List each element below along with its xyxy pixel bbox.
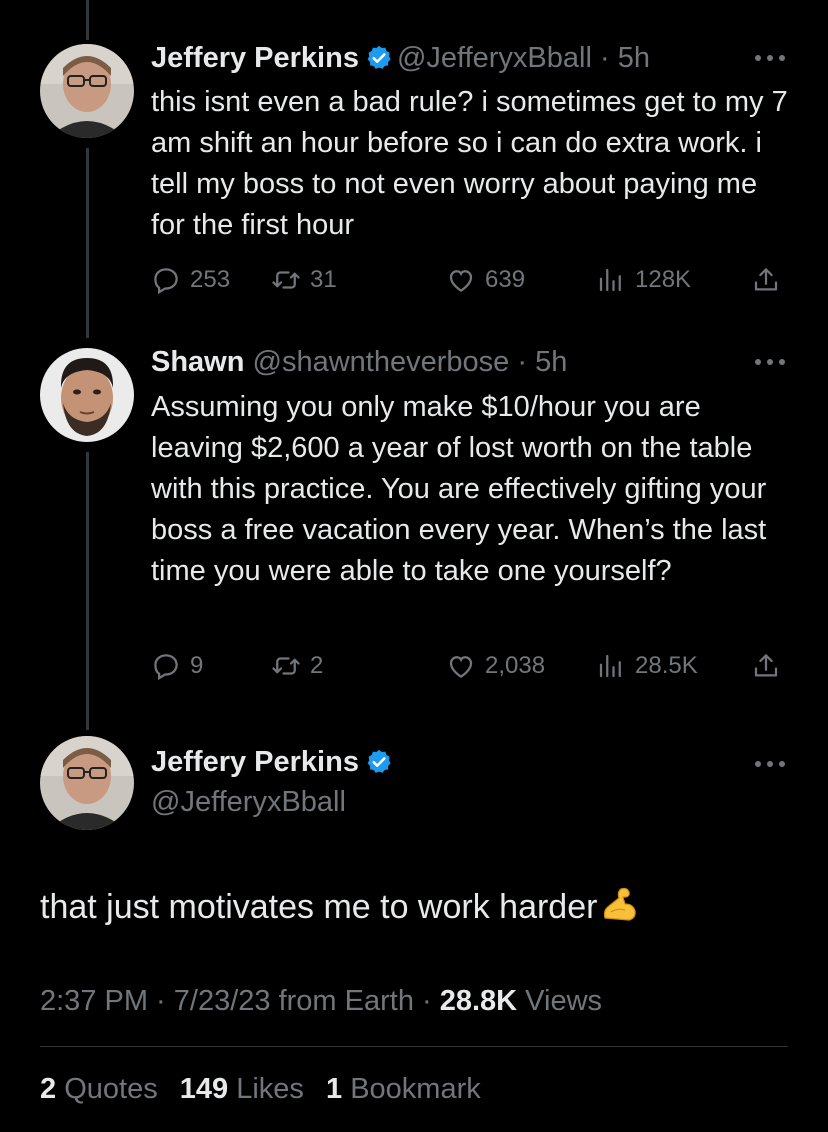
more-icon[interactable] — [752, 356, 788, 368]
bookmarks-stat[interactable]: 1 Bookmark — [326, 1073, 481, 1105]
views-count: 128K — [635, 266, 692, 293]
handle[interactable]: @JefferyxBball — [151, 786, 346, 818]
retweet-icon — [272, 271, 300, 289]
display-name[interactable]: Jeffery Perkins — [151, 42, 359, 74]
timestamp[interactable]: 2:37 PM · 7/23/23 from Earth · — [40, 985, 440, 1017]
reply-button[interactable]: 9 — [151, 648, 203, 684]
tweet-text: Assuming you only make $10/hour you are … — [151, 391, 767, 587]
likes-label: Likes — [236, 1073, 304, 1105]
avatar[interactable] — [40, 736, 134, 830]
quotes-label: Quotes — [64, 1073, 158, 1105]
likes-stat[interactable]: 149 Likes — [180, 1073, 304, 1105]
tweet-text: this isnt even a bad rule? i sometimes g… — [151, 86, 788, 241]
timestamp[interactable]: 5h — [618, 42, 650, 74]
views-count: 28.8K — [439, 985, 518, 1017]
views-count: 28.5K — [635, 652, 698, 679]
handle[interactable]: @JefferyxBball — [397, 42, 592, 74]
divider — [40, 1046, 788, 1047]
views-icon — [599, 268, 621, 292]
retweet-button[interactable]: 31 — [271, 262, 337, 298]
bookmarks-label: Bookmark — [350, 1073, 481, 1105]
retweet-count: 2 — [310, 652, 324, 679]
reply-icon — [154, 268, 178, 295]
avatar[interactable] — [40, 44, 134, 138]
views-button[interactable]: 28.5K — [596, 648, 698, 684]
share-button[interactable] — [751, 648, 781, 684]
tweet-header: Jeffery Perkins @JefferyxBball · 5h — [151, 42, 650, 74]
reply-count: 253 — [190, 266, 231, 293]
display-name[interactable]: Shawn — [151, 346, 244, 378]
likes-count: 149 — [179, 1073, 229, 1105]
like-button[interactable]: 2,038 — [446, 648, 545, 684]
display-name[interactable]: Jeffery Perkins — [151, 746, 359, 778]
tweet-actions: 9 2 2,038 28.5K — [151, 648, 791, 684]
tweet-actions: 253 31 639 128K — [151, 262, 791, 298]
views-button[interactable]: 128K — [596, 262, 691, 298]
verified-icon — [367, 749, 391, 773]
views-label: Views — [517, 985, 603, 1017]
like-button[interactable]: 639 — [446, 262, 525, 298]
engagement-stats: 2 Quotes 149 Likes 1 Bookmark — [40, 1070, 495, 1108]
share-button[interactable] — [751, 262, 781, 298]
retweet-button[interactable]: 2 — [271, 648, 323, 684]
reply-icon — [154, 654, 178, 681]
handle-line: @JefferyxBball — [151, 784, 346, 820]
more-icon[interactable] — [752, 758, 788, 770]
tweet-header: Jeffery Perkins — [151, 744, 397, 780]
bookmarks-count: 1 — [325, 1073, 343, 1105]
more-icon[interactable] — [752, 52, 788, 64]
tweet-header: Shawn @shawntheverbose · 5h — [151, 346, 568, 378]
quotes-count: 2 — [40, 1073, 57, 1105]
avatar[interactable] — [40, 348, 134, 442]
like-icon — [449, 656, 473, 678]
quotes-stat[interactable]: 2 Quotes — [40, 1073, 158, 1105]
thread-line — [86, 148, 89, 338]
views-icon — [599, 654, 621, 678]
like-icon — [449, 270, 473, 292]
timestamp[interactable]: 5h — [535, 346, 567, 378]
like-count: 639 — [485, 266, 526, 293]
share-icon — [754, 268, 778, 291]
thread-line-top — [86, 0, 89, 40]
retweet-icon — [272, 657, 300, 675]
verified-icon — [367, 45, 391, 69]
thread-line — [86, 452, 89, 730]
flexed-biceps-icon — [604, 887, 637, 921]
tweet-text-content: that just motivates me to work harder — [40, 888, 598, 926]
like-count: 2,038 — [485, 652, 546, 679]
handle[interactable]: @shawntheverbose — [253, 346, 510, 378]
retweet-count: 31 — [310, 266, 337, 293]
reply-count: 9 — [190, 652, 204, 679]
reply-button[interactable]: 253 — [151, 262, 230, 298]
share-icon — [754, 654, 778, 677]
tweet-text: that just motivates me to work harder — [40, 884, 639, 929]
tweet-meta: 2:37 PM · 7/23/23 from Earth · 28.8K Vie… — [40, 982, 602, 1020]
